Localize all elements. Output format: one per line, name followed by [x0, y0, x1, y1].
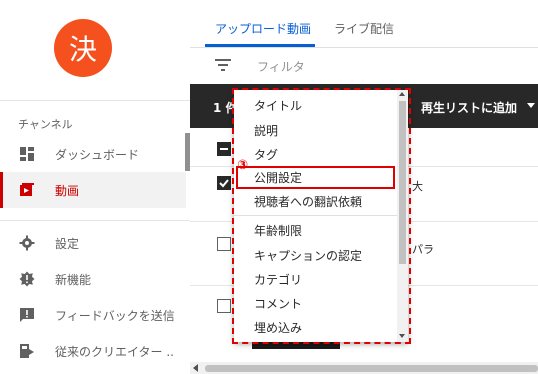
check-icon — [219, 179, 229, 188]
whats-new-icon — [19, 271, 35, 287]
sidebar-item-label: 設定 — [55, 236, 80, 251]
sidebar-item-label: フィードバックを送信 — [55, 308, 175, 323]
sidebar-item-label: 従来のクリエイター .. — [55, 344, 174, 359]
row-checkbox[interactable] — [217, 237, 231, 251]
sidebar-item-videos[interactable]: 動画 — [0, 172, 186, 208]
filter-icon[interactable] — [215, 59, 231, 71]
row-checkbox[interactable] — [217, 176, 231, 190]
video-icon — [20, 183, 34, 196]
channel-label: チャンネル — [18, 118, 73, 131]
filter-input[interactable]: フィルタ — [257, 58, 305, 75]
scroll-left-icon[interactable] — [193, 364, 198, 372]
chevron-down-icon[interactable] — [527, 103, 535, 108]
add-to-playlist-button[interactable]: 再生リストに追加 — [421, 99, 517, 116]
annotation-dashed-frame — [232, 88, 411, 344]
dashboard-icon — [20, 147, 34, 161]
active-indicator — [0, 172, 3, 208]
sidebar-divider — [0, 100, 190, 101]
channel-avatar[interactable]: 決 — [54, 19, 112, 77]
sidebar-item-label: 動画 — [55, 183, 80, 198]
annotation-highlight-box — [236, 166, 395, 189]
row-checkbox[interactable] — [217, 299, 231, 313]
row-title: パラ — [412, 243, 434, 256]
sidebar-item-dashboard[interactable]: ダッシュボード — [0, 136, 186, 172]
sidebar-item-feedback[interactable]: フィードバックを送信 — [0, 297, 186, 333]
select-all-checkbox[interactable] — [217, 142, 231, 156]
tab-live[interactable]: ライブ配信 — [334, 20, 394, 37]
sidebar-item-settings[interactable]: 設定 — [0, 225, 186, 261]
gear-icon — [19, 235, 35, 251]
sidebar-item-label: ダッシュボード — [55, 147, 140, 162]
sidebar-item-label: 新機能 — [55, 272, 92, 287]
horizontal-scroll-thumb[interactable] — [205, 365, 538, 372]
feedback-icon — [20, 308, 34, 322]
annotation-step-number: ③ — [237, 158, 249, 173]
sidebar-item-whats-new[interactable]: 新機能 — [0, 261, 186, 297]
minus-icon — [220, 148, 228, 150]
sidebar-item-classic-studio[interactable]: 従来のクリエイター .. — [0, 333, 186, 369]
classic-studio-icon — [20, 344, 34, 358]
tabs-divider — [190, 47, 538, 48]
row-title: 大 — [412, 180, 423, 193]
avatar-initial: 決 — [68, 33, 97, 66]
sidebar-divider — [0, 220, 190, 221]
tab-uploads[interactable]: アップロード動画 — [215, 20, 311, 37]
